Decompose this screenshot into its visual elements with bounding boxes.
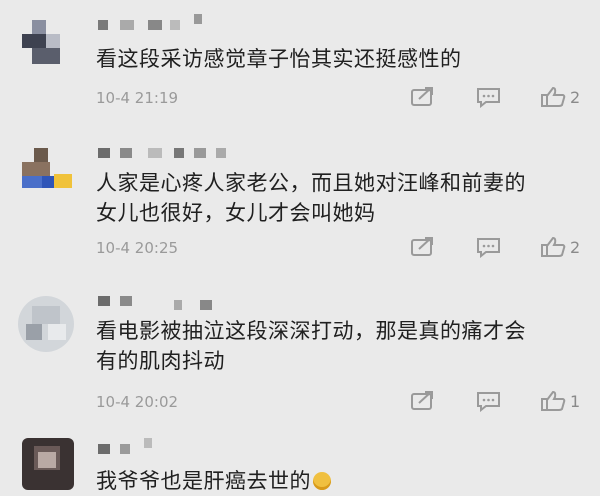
comment-meta: 10-4 21:19 2	[96, 86, 596, 110]
repost-icon	[411, 87, 433, 106]
like-button[interactable]: 2	[540, 86, 580, 110]
comment-button[interactable]	[476, 236, 502, 260]
like-button[interactable]: 1	[540, 390, 580, 414]
comment-text: 人家是心疼人家老公，而且她对汪峰和前妻的女儿也很好，女儿才会叫她妈	[96, 171, 526, 225]
avatar[interactable]	[18, 296, 74, 352]
like-icon	[541, 86, 566, 107]
comment-icon	[477, 238, 500, 258]
comment-time: 10-4 20:25	[96, 239, 179, 257]
comment-button[interactable]	[476, 86, 502, 110]
avatar[interactable]	[22, 438, 74, 490]
comment-icon	[477, 392, 500, 412]
comment-text: 我爷爷也是肝癌去世的	[96, 466, 596, 496]
comment-time: 10-4 21:19	[96, 89, 179, 107]
comment-meta: 10-4 20:02 1	[96, 390, 596, 414]
comment-icon	[477, 88, 500, 108]
avatar[interactable]	[22, 148, 74, 200]
crying-emoji	[313, 472, 331, 490]
like-icon	[541, 390, 566, 411]
like-count: 2	[570, 88, 581, 107]
like-icon	[541, 236, 566, 257]
comment-text: 看这段采访感觉章子怡其实还挺感性的	[96, 47, 462, 71]
repost-button[interactable]	[410, 236, 436, 260]
repost-button[interactable]	[410, 390, 436, 414]
like-button[interactable]: 2	[540, 236, 580, 260]
comment-time: 10-4 20:02	[96, 393, 179, 411]
like-count: 2	[570, 238, 581, 257]
comment-button[interactable]	[476, 390, 502, 414]
repost-icon	[411, 237, 433, 256]
repost-button[interactable]	[410, 86, 436, 110]
comment-text: 看电影被抽泣这段深深打动，那是真的痛才会有的肌肉抖动	[96, 319, 526, 373]
repost-icon	[411, 391, 433, 410]
like-count: 1	[570, 392, 581, 411]
comment-meta: 10-4 20:25 2	[96, 236, 596, 260]
avatar[interactable]	[22, 20, 74, 72]
